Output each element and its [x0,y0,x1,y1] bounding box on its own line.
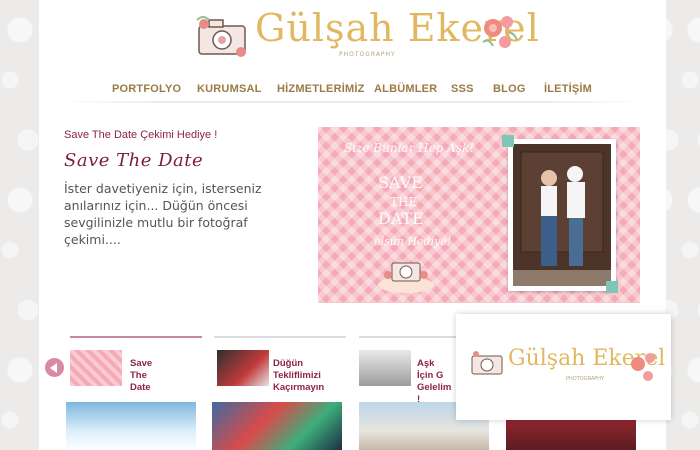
hero-kicker[interactable]: Save The Date Çekimi Hediye ! [64,129,217,141]
nav-divider [59,101,646,103]
floating-logo-overlay[interactable]: Gülşah Ekerel PHOTOGRAPHY [456,314,671,420]
slider-thumb-image [70,350,122,386]
camera-icon [196,16,246,57]
hero-image-date: DATE [378,209,424,228]
nav-item-hizmetlerimiz[interactable]: HİZMETLERİMİZ [277,83,365,95]
camera-icon [471,351,503,375]
hero-image-save: SAVE [378,173,423,192]
gallery-photo[interactable] [212,402,342,450]
couple-figure-icon [513,144,611,286]
hero-title[interactable]: Save The Date [64,150,203,171]
thumb-tab-line [214,336,346,338]
couple-photo [508,139,616,291]
tape-corner [502,135,514,147]
slider-item-label: Save The Date [130,358,153,393]
hero-description: İster davetiyeniz için, isterseniz anıla… [64,181,262,247]
hero-image-script-top: Size Bunlar Hep Aşk! [344,141,475,155]
thumb-tab-line [359,336,459,338]
hero-image-the: THE [390,195,418,209]
flowers-icon [631,353,655,381]
slider-thumb-image [217,350,269,386]
hero-image-script-bottom: olsun Hediye! [374,235,452,248]
gallery-photo[interactable] [66,402,196,450]
slider-item-label: Düğün Tekliflimizi Kaçırmayın [273,358,325,393]
camera-badge-icon [378,262,434,293]
main-nav: PORTFOLYO KURUMSAL HİZMETLERİMİZ ALBÜMLE… [39,78,666,102]
tape-corner [606,281,618,293]
nav-item-blog[interactable]: BLOG [493,83,526,95]
slider-prev-button[interactable] [45,358,64,377]
flowers-icon [482,16,518,48]
overlay-logo-subtitle: PHOTOGRAPHY [566,376,605,382]
nav-item-iletisim[interactable]: İLETİŞİM [544,83,592,95]
nav-item-portfolyo[interactable]: PORTFOLYO [112,83,181,95]
site-logo[interactable]: Gülşah Ekerel PHOTOGRAPHY [191,4,539,66]
nav-item-albumler[interactable]: ALBÜMLER [374,83,437,95]
nav-item-kurumsal[interactable]: KURUMSAL [197,83,262,95]
logo-subtitle: PHOTOGRAPHY [339,51,396,58]
nav-item-sss[interactable]: SSS [451,83,474,95]
slider-item-label: Aşk İçin G Gelelim ! [417,358,452,405]
slider-thumb-image [359,350,411,386]
hero-image[interactable]: Size Bunlar Hep Aşk! SAVE THE DATE olsun… [318,127,640,303]
thumb-tab-line-active [70,336,202,338]
